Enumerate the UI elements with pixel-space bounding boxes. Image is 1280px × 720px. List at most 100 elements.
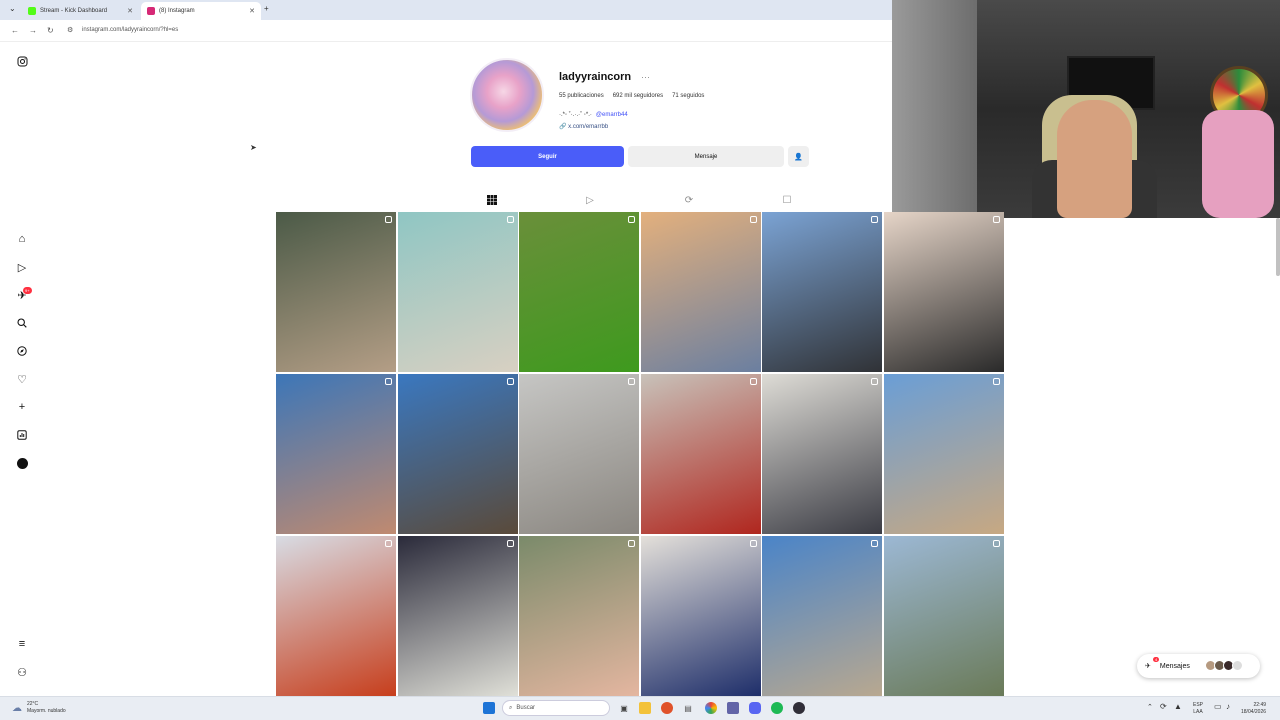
- post-thumbnail[interactable]: [762, 374, 882, 534]
- instagram-logo-icon[interactable]: [15, 54, 29, 68]
- tab-bar: ⌄ Stream - Kick Dashboard ✕ (8) Instagra…: [0, 0, 892, 20]
- explore-icon[interactable]: [15, 344, 29, 358]
- search-placeholder: Buscar: [516, 705, 536, 711]
- tab-tagged-icon[interactable]: ☐: [780, 193, 794, 207]
- post-thumbnail[interactable]: [519, 536, 639, 696]
- reel-indicator-icon: [871, 378, 878, 385]
- tab-reels-icon[interactable]: ▷: [583, 193, 597, 207]
- post-thumbnail[interactable]: [276, 536, 396, 696]
- tray-chevron-icon[interactable]: ⌃: [1147, 704, 1153, 711]
- reels-icon[interactable]: ▷: [15, 260, 29, 274]
- reel-indicator-icon: [992, 378, 1000, 385]
- reel-indicator-icon: [749, 216, 757, 223]
- tray-app-icon[interactable]: ⟳: [1160, 703, 1167, 711]
- suggested-users-icon[interactable]: 👤: [788, 146, 809, 167]
- reel-indicator-icon: [506, 378, 514, 385]
- back-icon[interactable]: ←: [11, 26, 19, 35]
- post-thumbnail[interactable]: [640, 374, 761, 534]
- followers-count[interactable]: 692 mil seguidores: [613, 93, 663, 99]
- post-thumbnail[interactable]: [762, 536, 882, 696]
- post-thumbnail[interactable]: [762, 212, 882, 372]
- lang-bottom: LAA: [1193, 709, 1203, 715]
- tab-reposts-icon[interactable]: ⟳: [682, 193, 696, 207]
- profile-avatar-icon[interactable]: [15, 456, 29, 470]
- url-field[interactable]: instagram.com/ladyyraincorn/?hl=es: [82, 27, 178, 33]
- tab-kick-dashboard[interactable]: Stream - Kick Dashboard ✕: [22, 2, 139, 20]
- reel-indicator-icon: [992, 216, 1000, 223]
- close-tab-icon[interactable]: ✕: [249, 7, 255, 15]
- posts-grid: [276, 212, 1004, 696]
- windows-start-icon[interactable]: [483, 702, 495, 714]
- profile-link-text: x.com/emarrbb: [568, 124, 609, 130]
- notifications-heart-icon[interactable]: ♡: [15, 372, 29, 386]
- post-thumbnail[interactable]: [276, 374, 396, 534]
- task-view-icon[interactable]: ▣: [618, 702, 630, 714]
- reload-icon[interactable]: ↻: [47, 26, 54, 35]
- mouse-cursor-icon: ➤: [250, 143, 257, 152]
- reel-indicator-icon: [385, 540, 392, 547]
- close-tab-icon[interactable]: ✕: [127, 7, 133, 15]
- message-avatars: [1205, 660, 1243, 671]
- reel-indicator-icon: [992, 540, 1000, 547]
- dashboard-icon[interactable]: [15, 428, 29, 442]
- notification-badge: 9+: [23, 287, 32, 294]
- post-thumbnail[interactable]: [640, 536, 761, 696]
- file-explorer-icon[interactable]: [639, 702, 651, 714]
- weather-widget[interactable]: ☁ 22°C Mayorm. nublado: [12, 701, 66, 715]
- tab-list-chevron-icon[interactable]: ⌄: [9, 4, 16, 13]
- posts-count: 55 publicaciones: [559, 93, 604, 99]
- tray-app2-icon[interactable]: ▲: [1174, 703, 1182, 711]
- post-thumbnail[interactable]: [883, 536, 1004, 696]
- message-button[interactable]: Mensaje: [628, 146, 784, 167]
- search-icon[interactable]: [15, 316, 29, 330]
- post-thumbnail[interactable]: [883, 212, 1004, 372]
- menu-icon[interactable]: ≡: [15, 637, 29, 651]
- reel-indicator-icon: [628, 540, 635, 547]
- clock[interactable]: 22:49 18/04/2026: [1241, 702, 1266, 716]
- reel-indicator-icon: [385, 216, 392, 223]
- post-thumbnail[interactable]: [397, 536, 518, 696]
- post-thumbnail[interactable]: [276, 212, 396, 372]
- chrome-icon[interactable]: [705, 702, 717, 714]
- following-count[interactable]: 71 seguidos: [672, 93, 704, 99]
- network-icon[interactable]: ▭: [1214, 703, 1222, 711]
- reel-indicator-icon: [749, 540, 757, 547]
- messages-pill[interactable]: ✈ 4 Mensajes: [1137, 654, 1260, 678]
- reel-indicator-icon: [749, 378, 757, 385]
- bio-mention[interactable]: @emarrb44: [596, 112, 628, 118]
- search-icon: ⌕: [509, 704, 513, 711]
- cloud-icon: ☁: [12, 702, 22, 714]
- site-info-icon[interactable]: ⚙: [67, 26, 73, 34]
- new-tab-icon[interactable]: +: [264, 4, 269, 13]
- forward-icon[interactable]: →: [29, 26, 37, 35]
- profile-avatar[interactable]: [470, 58, 544, 132]
- tab-instagram[interactable]: (8) Instagram ✕: [141, 2, 261, 20]
- tab-posts-grid-icon[interactable]: [485, 193, 499, 207]
- profile-link[interactable]: 🔗 x.com/emarrbb: [559, 123, 608, 130]
- reel-indicator-icon: [871, 540, 878, 547]
- follow-button[interactable]: Seguir: [471, 146, 624, 167]
- create-icon[interactable]: +: [15, 400, 29, 414]
- store-icon[interactable]: ▤: [682, 702, 694, 714]
- threads-apps-icon[interactable]: ⚇: [15, 665, 29, 679]
- obs-icon[interactable]: [793, 702, 805, 714]
- discord-icon[interactable]: [749, 702, 761, 714]
- post-thumbnail[interactable]: [519, 212, 639, 372]
- brave-browser-icon[interactable]: [661, 702, 673, 714]
- weather-temp: 22°C: [27, 701, 39, 707]
- post-thumbnail[interactable]: [397, 212, 518, 372]
- volume-icon[interactable]: ♪: [1226, 703, 1230, 711]
- spotify-icon[interactable]: [771, 702, 783, 714]
- post-thumbnail[interactable]: [519, 374, 639, 534]
- taskbar-search[interactable]: ⌕ Buscar: [502, 700, 610, 716]
- page-scrollbar[interactable]: [1276, 218, 1280, 276]
- home-icon[interactable]: ⌂: [15, 232, 29, 246]
- bio-symbols: ·.*◦ ˚·.·.·˚ ◦*.·: [559, 112, 592, 118]
- post-thumbnail[interactable]: [640, 212, 761, 372]
- post-thumbnail[interactable]: [397, 374, 518, 534]
- post-thumbnail[interactable]: [883, 374, 1004, 534]
- language-indicator[interactable]: ESP LAA: [1193, 702, 1203, 716]
- teams-icon[interactable]: [727, 702, 739, 714]
- more-options-icon[interactable]: ···: [641, 72, 650, 82]
- messages-label: Mensajes: [1159, 662, 1190, 670]
